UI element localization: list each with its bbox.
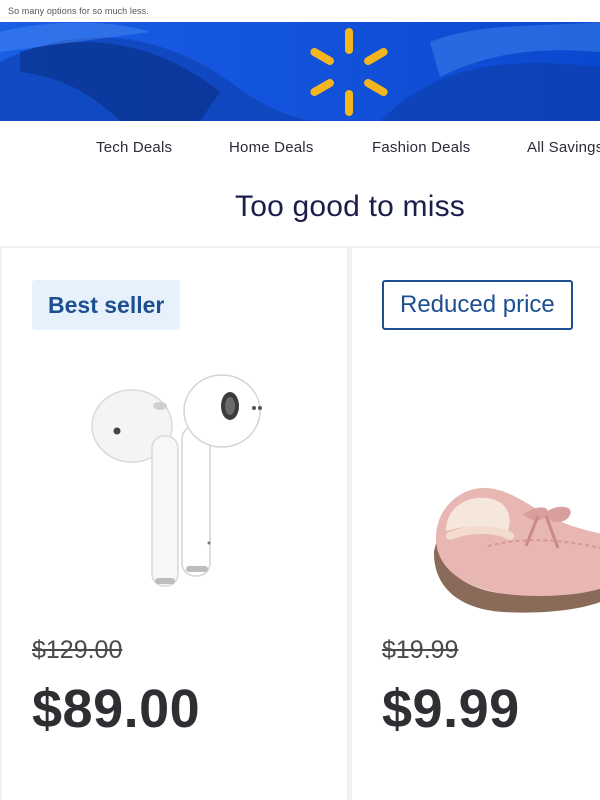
- sale-price: $89.00: [32, 679, 201, 739]
- original-price: $19.99: [382, 636, 459, 664]
- header-banner[interactable]: [0, 22, 600, 121]
- slipper-image: [433, 487, 600, 613]
- preheader-text: So many options for so much less.: [8, 6, 149, 16]
- product-card[interactable]: Best seller $129.00 $89.00: [2, 248, 347, 800]
- section-title: Too good to miss: [235, 190, 465, 223]
- product-card[interactable]: Reduced price $19.99 $9.99: [352, 248, 600, 800]
- sale-price: $9.99: [382, 679, 520, 739]
- nav-tech-deals[interactable]: Tech Deals: [96, 139, 172, 156]
- original-price: $129.00: [32, 636, 123, 664]
- best-seller-badge: Best seller: [32, 280, 181, 330]
- nav-all-savings[interactable]: All Savings: [527, 139, 600, 156]
- product-carousel: Best seller $129.00 $89.00 Reduced price: [0, 246, 600, 800]
- earbuds-image: [91, 374, 262, 587]
- nav-fashion-deals[interactable]: Fashion Deals: [372, 139, 470, 156]
- reduced-price-badge: Reduced price: [382, 280, 573, 330]
- nav-home-deals[interactable]: Home Deals: [229, 139, 314, 156]
- deals-nav: Tech Deals Home Deals Fashion Deals All …: [0, 121, 600, 173]
